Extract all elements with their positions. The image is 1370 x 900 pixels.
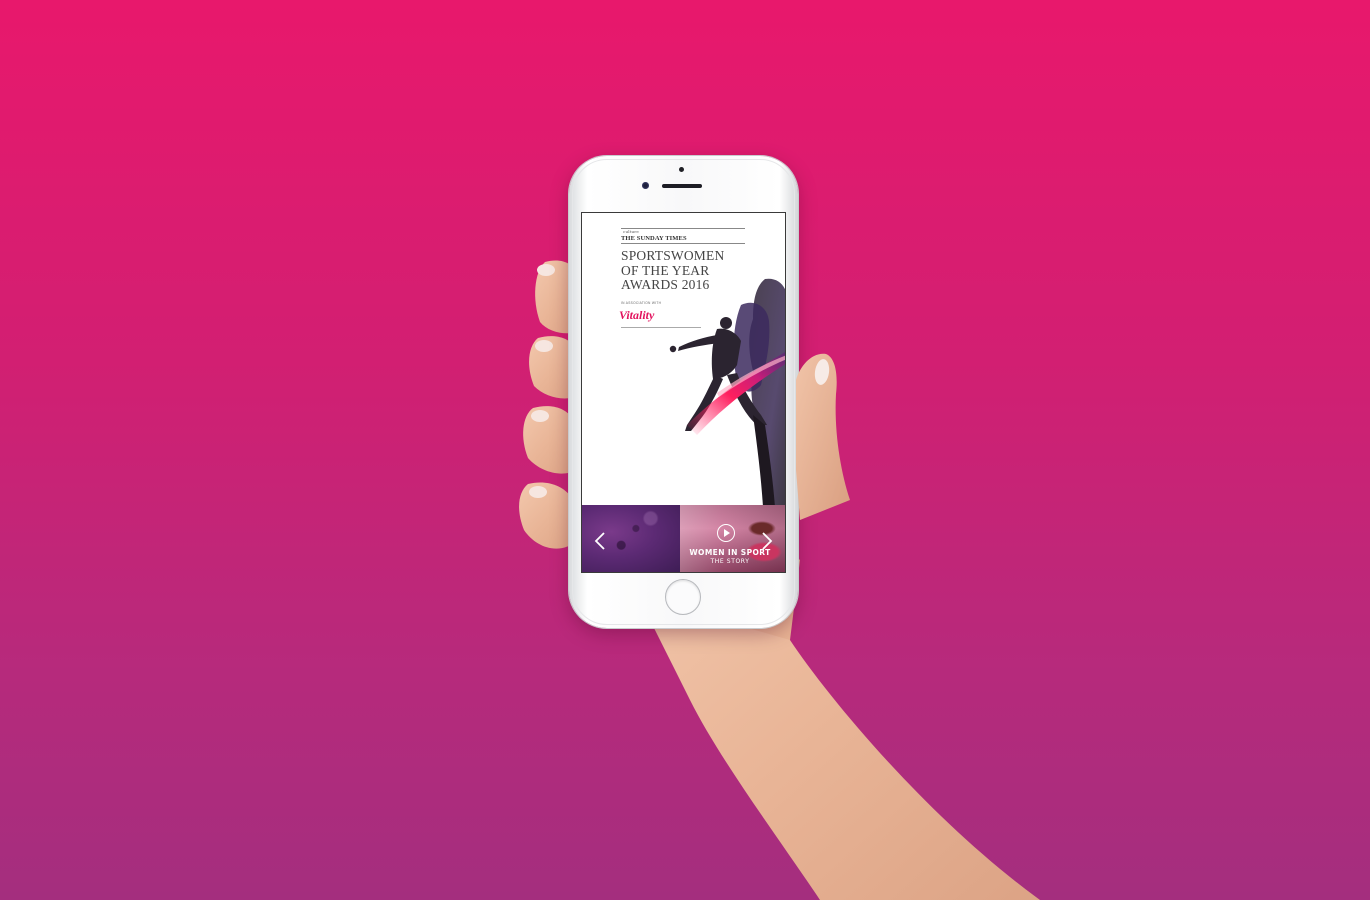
phone-screen: culture THE SUNDAY TIMES SPORTSWOMEN OF … — [581, 212, 786, 573]
play-circle-icon[interactable] — [717, 524, 735, 542]
masthead-culture: culture — [623, 229, 639, 234]
slide-subtitle: THE STORY — [710, 558, 750, 565]
home-button[interactable] — [665, 579, 701, 615]
chevron-right-icon[interactable] — [760, 531, 774, 551]
masthead-logo: THE SUNDAY TIMES — [621, 235, 687, 242]
mockup-scene: culture THE SUNDAY TIMES SPORTSWOMEN OF … — [0, 0, 1370, 900]
chevron-left-icon[interactable] — [593, 531, 607, 551]
masthead-rule-top — [621, 228, 745, 229]
title-line-1: SPORTSWOMEN — [621, 248, 725, 263]
masthead-rule-bottom — [621, 243, 745, 244]
front-camera-icon — [679, 167, 684, 172]
sponsor-logo: Vitality — [619, 308, 655, 322]
smartphone-device: culture THE SUNDAY TIMES SPORTSWOMEN OF … — [569, 156, 798, 628]
association-label: IN ASSOCIATION WITH — [621, 301, 662, 305]
sensor-icon — [642, 182, 649, 189]
athletes-hero-image — [669, 278, 785, 507]
earpiece-speaker — [662, 184, 702, 188]
story-carousel: WOMEN IN SPORT THE STORY — [582, 505, 785, 572]
